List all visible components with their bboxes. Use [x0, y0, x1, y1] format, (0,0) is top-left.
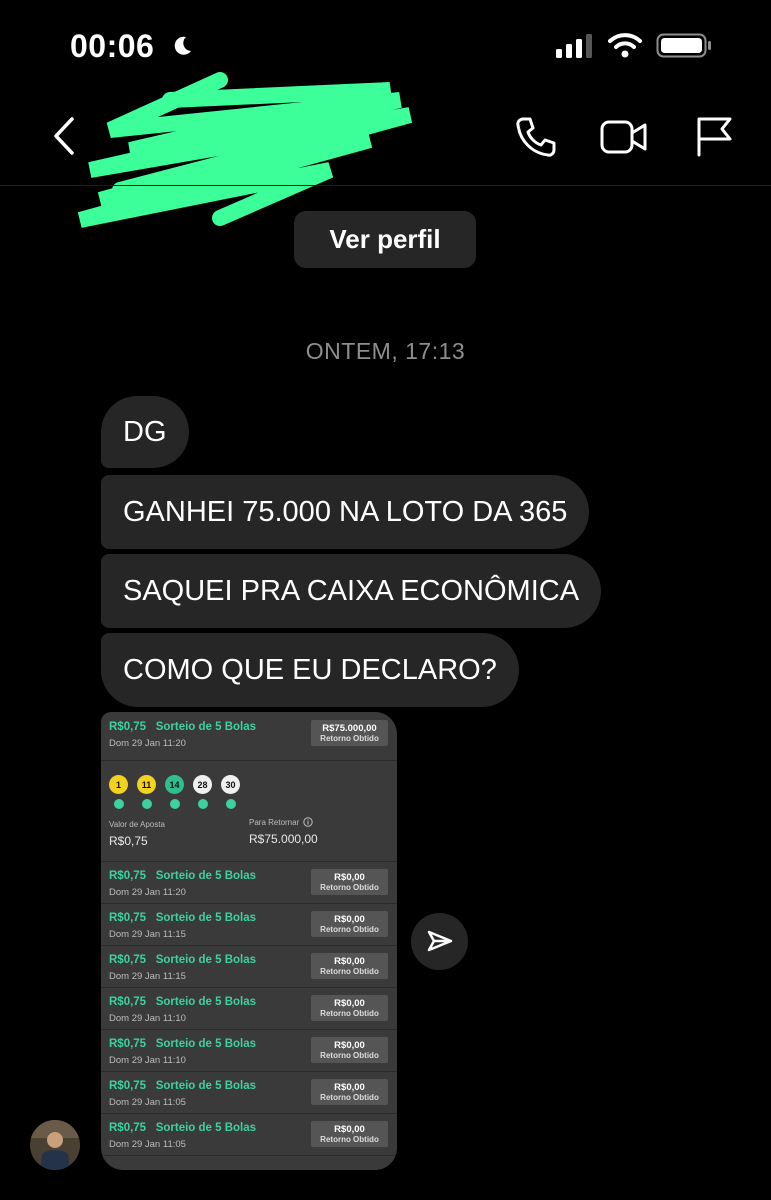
- bet-date: Dom 29 Jan 11:15: [109, 929, 186, 940]
- phone-icon[interactable]: [514, 115, 558, 159]
- bet-return-box: R$0,00 Retorno Obtido: [311, 995, 388, 1021]
- bet-row-winner: R$0,75 Sorteio de 5 Bolas Dom 29 Jan 11:…: [101, 712, 397, 761]
- bet-amount: R$0,75: [109, 721, 147, 733]
- wifi-icon: [608, 33, 642, 58]
- bet-return-value: R$0,00: [334, 956, 365, 967]
- bet-title: Sorteio de 5 Bolas: [155, 1080, 257, 1092]
- bet-row: R$0,75 Sorteio de 5 Bolas Dom 29 Jan 11:…: [101, 861, 397, 904]
- moon-icon: [174, 36, 191, 55]
- to-return-label: Para Retornar: [249, 818, 300, 827]
- bet-title: Sorteio de 5 Bolas: [155, 912, 257, 924]
- bet-date: Dom 29 Jan 11:10: [109, 1013, 186, 1024]
- message-bubble[interactable]: SAQUEI PRA CAIXA ECONÔMICA: [101, 554, 602, 628]
- bet-return-value: R$0,00: [334, 1124, 365, 1135]
- lottery-ball: 11: [137, 775, 156, 794]
- bet-row-partial: [101, 1155, 397, 1170]
- shared-screenshot[interactable]: R$0,75 Sorteio de 5 Bolas Dom 29 Jan 11:…: [101, 712, 397, 1170]
- bet-return-value: R$75.000,00: [322, 723, 377, 734]
- bet-row: R$0,75 Sorteio de 5 Bolas Dom 29 Jan 11:…: [101, 945, 397, 988]
- check-icon: [141, 799, 152, 809]
- bet-details: 1 11 14 28 30 Valor de Aposta R$0,75 Par…: [101, 760, 397, 862]
- bet-return-box: R$0,00 Retorno Obtido: [311, 953, 388, 979]
- info-icon: [303, 817, 313, 827]
- bet-row: R$0,75 Sorteio de 5 Bolas Dom 29 Jan 11:…: [101, 1071, 397, 1114]
- bet-return-value: R$0,00: [334, 1040, 365, 1051]
- bet-amount: R$0,75: [109, 996, 147, 1008]
- bet-return-box: R$75.000,00 Retorno Obtido: [311, 720, 388, 746]
- bet-return-label: Retorno Obtido: [320, 1135, 379, 1144]
- message-bubble[interactable]: COMO QUE EU DECLARO?: [101, 633, 519, 707]
- bet-row: R$0,75 Sorteio de 5 Bolas Dom 29 Jan 11:…: [101, 903, 397, 946]
- bet-row: R$0,75 Sorteio de 5 Bolas Dom 29 Jan 11:…: [101, 987, 397, 1030]
- bet-return-label: Retorno Obtido: [320, 967, 379, 976]
- bet-return-value: R$0,00: [334, 1082, 365, 1093]
- send-icon: [427, 930, 452, 951]
- check-icon: [197, 799, 208, 809]
- bet-title: Sorteio de 5 Bolas: [155, 1122, 257, 1134]
- bet-row: R$0,75 Sorteio de 5 Bolas Dom 29 Jan 11:…: [101, 1113, 397, 1156]
- battery-icon: [656, 33, 711, 58]
- bet-amount: R$0,75: [109, 1080, 147, 1092]
- bet-date: Dom 29 Jan 11:20: [109, 738, 186, 749]
- bet-amount: R$0,75: [109, 1122, 147, 1134]
- bet-amount: R$0,75: [109, 870, 147, 882]
- bet-title: Sorteio de 5 Bolas: [155, 721, 257, 733]
- bet-return-label: Retorno Obtido: [320, 734, 379, 743]
- flag-icon[interactable]: [694, 115, 734, 157]
- bet-return-value: R$0,00: [334, 998, 365, 1009]
- bet-return-box: R$0,00 Retorno Obtido: [311, 1037, 388, 1063]
- stake-label: Valor de Aposta: [109, 820, 165, 829]
- message-bubble[interactable]: DG: [101, 396, 189, 468]
- bet-row: R$0,75 Sorteio de 5 Bolas Dom 29 Jan 11:…: [101, 1029, 397, 1072]
- status-time: 00:06: [70, 28, 155, 64]
- bet-return-box: R$0,00 Retorno Obtido: [311, 1121, 388, 1147]
- bet-date: Dom 29 Jan 11:05: [109, 1097, 186, 1108]
- bet-title: Sorteio de 5 Bolas: [155, 1038, 257, 1050]
- avatar-photo: [30, 1120, 80, 1170]
- bet-title: Sorteio de 5 Bolas: [155, 870, 257, 882]
- share-send-button[interactable]: [411, 913, 468, 970]
- username-redaction: [77, 72, 413, 228]
- view-profile-button[interactable]: Ver perfil: [294, 211, 476, 268]
- bet-return-label: Retorno Obtido: [320, 1051, 379, 1060]
- bet-return-label: Retorno Obtido: [320, 1009, 379, 1018]
- bet-return-box: R$0,00 Retorno Obtido: [311, 911, 388, 937]
- check-icon: [113, 799, 124, 809]
- bet-date: Dom 29 Jan 11:15: [109, 971, 186, 982]
- sender-avatar[interactable]: [30, 1120, 80, 1170]
- check-icon: [169, 799, 180, 809]
- lottery-ball: 14: [165, 775, 184, 794]
- bet-date: Dom 29 Jan 11:20: [109, 887, 186, 898]
- cellular-signal-icon: [556, 34, 592, 58]
- check-icon: [225, 799, 236, 809]
- bet-amount: R$0,75: [109, 912, 147, 924]
- message-bubble[interactable]: GANHEI 75.000 NA LOTO DA 365: [101, 475, 590, 549]
- message-timestamp: ONTEM, 17:13: [305, 338, 466, 364]
- bet-amount: R$0,75: [109, 1038, 147, 1050]
- bet-return-box: R$0,00 Retorno Obtido: [311, 1079, 388, 1105]
- stake-value: R$0,75: [109, 834, 148, 848]
- video-camera-icon[interactable]: [600, 118, 648, 156]
- bet-return-label: Retorno Obtido: [320, 1093, 379, 1102]
- bet-title: Sorteio de 5 Bolas: [155, 954, 257, 966]
- header-divider: [0, 185, 771, 186]
- bet-title: Sorteio de 5 Bolas: [155, 996, 257, 1008]
- bet-return-label: Retorno Obtido: [320, 883, 379, 892]
- bet-return-value: R$0,00: [334, 872, 365, 883]
- bet-date: Dom 29 Jan 11:05: [109, 1139, 186, 1150]
- to-return-value: R$75.000,00: [249, 832, 318, 846]
- bet-return-box: R$0,00 Retorno Obtido: [311, 869, 388, 895]
- bet-return-value: R$0,00: [334, 914, 365, 925]
- lottery-ball: 30: [221, 775, 240, 794]
- lottery-ball: 1: [109, 775, 128, 794]
- bet-return-label: Retorno Obtido: [320, 925, 379, 934]
- bet-date: Dom 29 Jan 11:10: [109, 1055, 186, 1066]
- bet-amount: R$0,75: [109, 954, 147, 966]
- lottery-ball: 28: [193, 775, 212, 794]
